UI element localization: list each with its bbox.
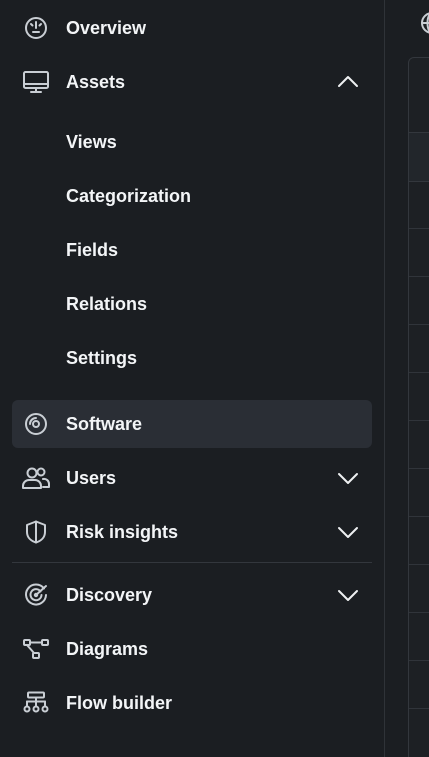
table-row[interactable] [409,324,429,325]
sidebar-item-assets[interactable]: Assets [12,58,372,106]
table-row[interactable] [409,612,429,613]
sub-item-settings[interactable]: Settings [66,338,137,378]
sidebar-item-risk-insights[interactable]: Risk insights [12,508,372,556]
chevron-down-icon[interactable] [336,468,360,488]
sidebar-item-label: Risk insights [66,522,179,542]
chevron-up-icon[interactable] [336,72,360,92]
shield-icon [22,520,50,544]
sub-item-views[interactable]: Views [66,122,117,162]
section-divider [12,562,372,563]
table-row[interactable] [409,660,429,661]
table-row[interactable] [409,372,429,373]
sidebar-item-label: Assets [66,72,126,92]
sidebar-item-label: Overview [66,18,147,38]
sidebar-item-label: Discovery [66,585,153,605]
table-row[interactable] [409,228,429,229]
monitor-icon [22,70,50,94]
disc-icon [22,412,50,436]
diagram-icon [22,637,50,661]
sidebar-item-users[interactable]: Users [12,454,372,502]
sidebar-item-discovery[interactable]: Discovery [12,571,372,619]
sidebar-nav: Overview Assets Views Categorization Fie… [0,0,384,757]
table-row[interactable] [409,276,429,277]
table-row[interactable] [409,516,429,517]
table-row[interactable] [409,564,429,565]
radar-icon [22,583,50,607]
sidebar-item-label: Users [66,468,117,488]
sub-item-categorization[interactable]: Categorization [66,176,191,216]
gauge-icon [22,16,50,40]
table-header-row [409,132,429,182]
sidebar-item-label: Software [66,414,143,434]
sidebar-item-diagrams[interactable]: Diagrams [12,625,372,673]
flow-builder-icon [22,691,50,715]
table-row[interactable] [409,708,429,709]
sidebar-item-label: Flow builder [66,693,172,713]
users-icon [22,466,50,490]
table-row[interactable] [409,420,429,421]
sidebar-item-overview[interactable]: Overview [12,4,372,52]
data-table [408,57,429,757]
table-row[interactable] [409,468,429,469]
sub-item-fields[interactable]: Fields [66,230,118,270]
main-content-panel [385,0,429,757]
sidebar-item-label: Diagrams [66,639,149,659]
chevron-down-icon[interactable] [336,585,360,605]
sidebar-item-software[interactable]: Software [12,400,372,448]
sidebar-item-flow-builder[interactable]: Flow builder [12,679,372,727]
sub-item-relations[interactable]: Relations [66,284,147,324]
chevron-down-icon[interactable] [336,522,360,542]
globe-icon[interactable] [419,10,429,36]
